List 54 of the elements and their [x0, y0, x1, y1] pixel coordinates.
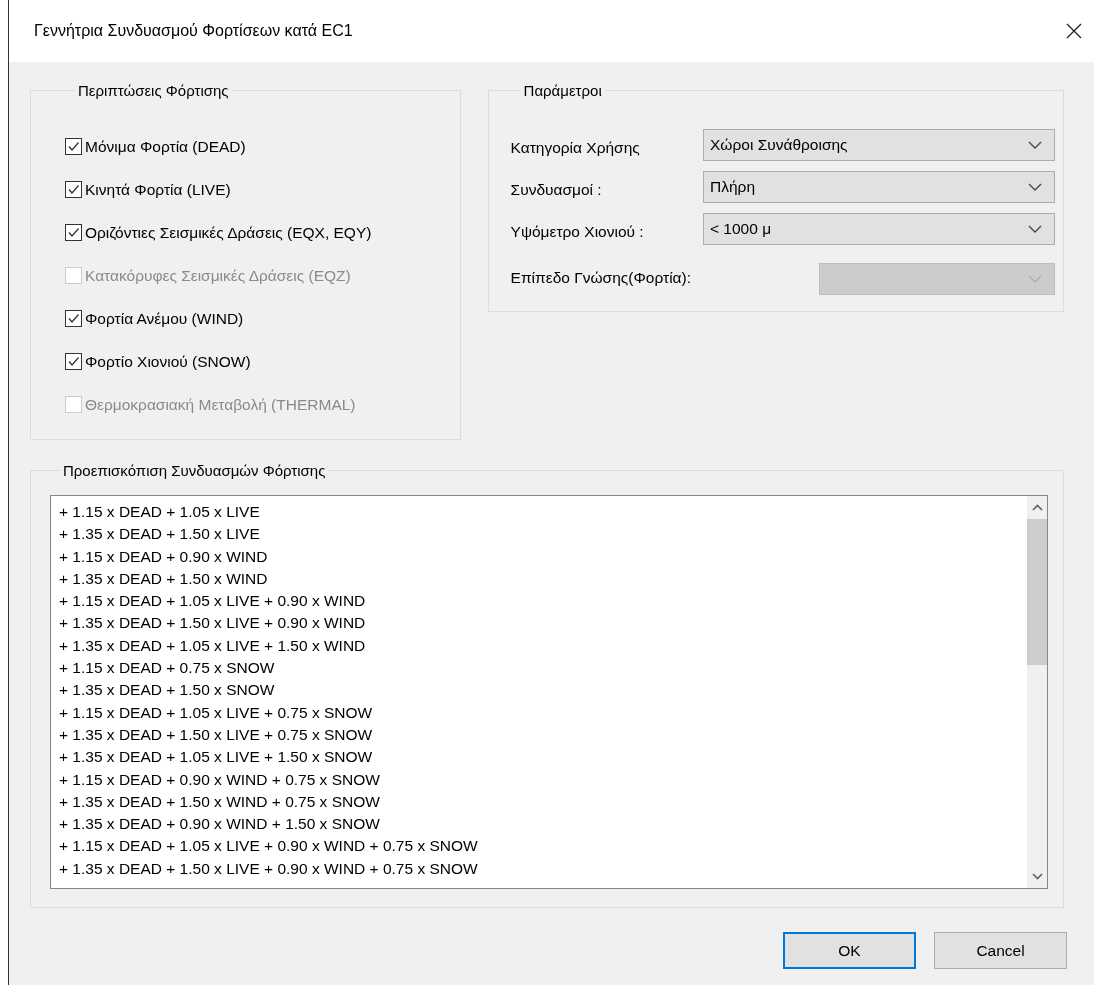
checkbox-label[interactable]: Μόνιμα Φορτία (DEAD) [85, 137, 246, 156]
checkmark-icon [67, 140, 80, 153]
checkbox-label[interactable]: Οριζόντιες Σεισμικές Δράσεις (EQX, EQY) [85, 223, 372, 242]
group-title: Παράμετροι [522, 82, 603, 99]
list-item[interactable]: + 1.15 x DEAD + 1.05 x LIVE [59, 501, 1027, 524]
list-item[interactable]: + 1.35 x DEAD + 1.50 x LIVE + 0.90 x WIND + 0.75 x SNOW [59, 857, 1027, 881]
list-item[interactable]: + 1.35 x DEAD + 1.05 x LIVE + 1.50 x WIND [59, 634, 1027, 658]
close-icon[interactable] [1066, 23, 1082, 39]
chevron-down-icon [1028, 275, 1042, 283]
list-item[interactable]: + 1.15 x DEAD + 0.90 x WIND [59, 545, 1027, 568]
list-item[interactable]: + 1.15 x DEAD + 1.05 x LIVE + 0.75 x SNOW [59, 701, 1027, 724]
group-title: Περιπτώσεις Φόρτισης [77, 82, 230, 99]
checkmark-icon [67, 183, 80, 196]
group-title: Προεπισκόπιση Συνδυασμών Φόρτισης [62, 462, 327, 479]
field-label: Κατηγορία Χρήσης [510, 138, 641, 157]
list-item[interactable]: + 1.35 x DEAD + 1.50 x LIVE + 0.75 x SNOW [59, 723, 1027, 747]
chevron-down-icon [1028, 141, 1042, 149]
list-item[interactable]: + 1.35 x DEAD + 1.50 x WIND [59, 567, 1027, 591]
field-label: Συνδυασμοί : [510, 180, 603, 199]
checkbox-label[interactable]: Φορτίο Χιονιού (SNOW) [85, 352, 251, 371]
chevron-down-icon [1028, 225, 1042, 233]
checkbox[interactable] [65, 353, 82, 370]
list-item[interactable]: + 1.35 x DEAD + 1.50 x SNOW [59, 679, 1027, 702]
list-item[interactable]: + 1.35 x DEAD + 1.50 x WIND + 0.75 x SNOW [59, 790, 1027, 814]
scrollbar-thumb[interactable] [1027, 519, 1047, 665]
dropdown[interactable]: Χώροι Συνάθροισης [703, 129, 1055, 161]
checkmark-icon [67, 226, 80, 239]
checkbox-label[interactable]: Κινητά Φορτία (LIVE) [85, 180, 231, 199]
checkbox[interactable] [65, 310, 82, 327]
checkmark-icon [67, 355, 80, 368]
checkbox[interactable] [65, 138, 82, 155]
cancel-button[interactable]: Cancel [934, 932, 1067, 969]
scrollbar[interactable] [1027, 496, 1047, 888]
field-label: Επίπεδο Γνώσης(Φορτία): [510, 268, 691, 287]
scroll-up-icon[interactable] [1031, 504, 1043, 511]
dropdown[interactable]: Πλήρη [703, 171, 1055, 203]
chevron-down-icon [1028, 183, 1042, 191]
list-item[interactable]: + 1.35 x DEAD + 1.50 x LIVE + 0.90 x WIND [59, 612, 1027, 635]
checkbox[interactable] [65, 224, 82, 241]
list-item[interactable]: + 1.15 x DEAD + 1.05 x LIVE + 0.90 x WIND + 0.75 x SNOW [59, 835, 1027, 858]
list-item[interactable]: + 1.15 x DEAD + 0.75 x SNOW [59, 657, 1027, 680]
scroll-down-icon[interactable] [1031, 873, 1043, 880]
ok-button[interactable]: OK [783, 932, 916, 969]
checkbox-label[interactable]: Φορτία Ανέμου (WIND) [85, 309, 244, 328]
list-item[interactable]: + 1.15 x DEAD + 1.05 x LIVE + 0.90 x WIND [59, 590, 1027, 613]
list-item[interactable]: + 1.35 x DEAD + 1.05 x LIVE + 1.50 x SNOW [59, 746, 1027, 769]
checkmark-icon [67, 312, 80, 325]
checkbox[interactable] [65, 181, 82, 198]
field-label: Υψόμετρο Χιονιού : [510, 222, 645, 241]
dropdown[interactable]: < 1000 μ [703, 213, 1055, 245]
window-title: Γεννήτρια Συνδυασμού Φορτίσεων κατά EC1 [34, 22, 353, 40]
list-item[interactable]: + 1.35 x DEAD + 1.50 x LIVE [59, 523, 1027, 546]
list-item[interactable]: + 1.15 x DEAD + 0.90 x WIND + 0.75 x SNOW [59, 768, 1027, 791]
list-item[interactable]: + 1.35 x DEAD + 0.90 x WIND + 1.50 x SNOW [59, 813, 1027, 836]
